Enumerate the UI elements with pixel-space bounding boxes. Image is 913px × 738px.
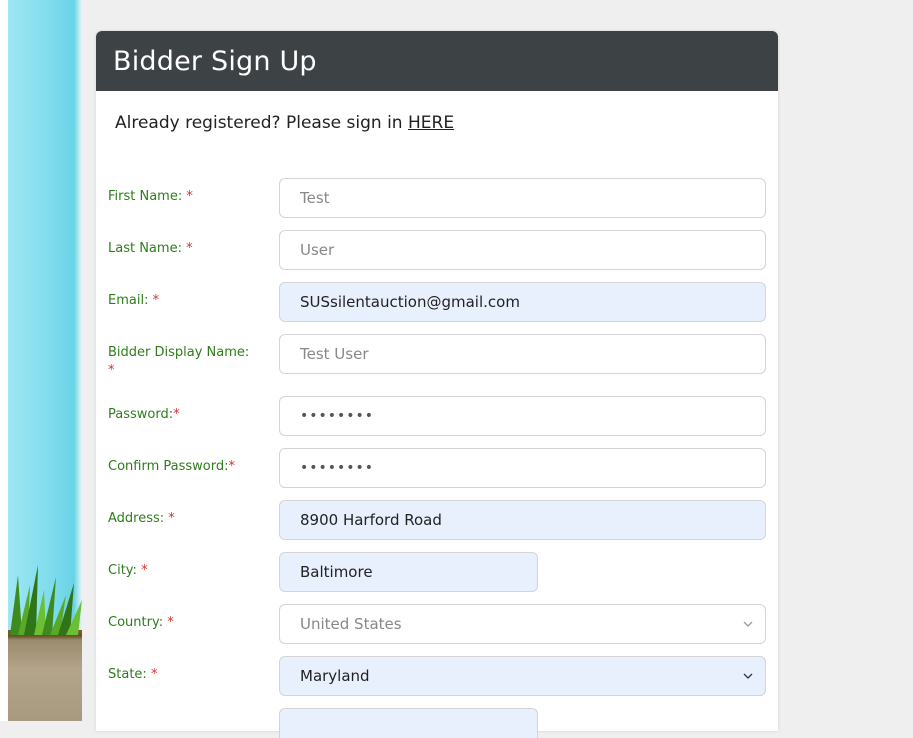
signin-link[interactable]: HERE (408, 113, 454, 133)
password-input[interactable]: •••••••• (279, 396, 766, 436)
address-input[interactable]: 8900 Harford Road (279, 500, 766, 540)
required-marker: * (152, 293, 160, 308)
first-name-input[interactable]: Test (279, 178, 766, 218)
required-marker: * (228, 459, 235, 474)
display-name-label: Bidder Display Name: * (108, 345, 250, 378)
email-label: Email: * (108, 293, 160, 308)
ground-image (8, 630, 82, 721)
signin-prompt: Already registered? Please sign in HERE (115, 113, 454, 133)
first-name-label: First Name: * (108, 189, 193, 204)
zip-input[interactable] (279, 708, 538, 738)
chevron-down-icon (743, 673, 753, 679)
required-marker: * (167, 615, 174, 630)
grass-illustration (10, 565, 82, 635)
password-label: Password:* (108, 407, 180, 422)
display-name-input[interactable]: Test User (279, 334, 766, 374)
required-marker: * (108, 363, 115, 378)
required-marker: * (150, 667, 158, 682)
address-label: Address: * (108, 511, 175, 526)
confirm-password-input[interactable]: •••••••• (279, 448, 766, 488)
required-marker: * (141, 563, 148, 578)
confirm-password-label: Confirm Password:* (108, 459, 235, 474)
background-decoration (0, 0, 82, 721)
country-label: Country: * (108, 615, 174, 630)
country-select[interactable]: United States (279, 604, 766, 644)
city-label: City: * (108, 563, 148, 578)
email-input[interactable]: SUSsilentauction@gmail.com (279, 282, 766, 322)
page-title: Bidder Sign Up (113, 45, 317, 77)
signin-prefix: Already registered? Please sign in (115, 113, 408, 133)
city-input[interactable]: Baltimore (279, 552, 538, 592)
signup-card: Bidder Sign Up Already registered? Pleas… (96, 31, 778, 738)
required-marker: * (186, 241, 193, 256)
state-label: State: * (108, 667, 158, 682)
last-name-input[interactable]: User (279, 230, 766, 270)
required-marker: * (168, 511, 175, 526)
card-header: Bidder Sign Up (96, 31, 778, 91)
state-select[interactable]: Maryland (279, 656, 766, 696)
last-name-label: Last Name: * (108, 241, 193, 256)
required-marker: * (173, 407, 180, 422)
required-marker: * (186, 189, 193, 204)
chevron-down-icon (743, 621, 753, 627)
